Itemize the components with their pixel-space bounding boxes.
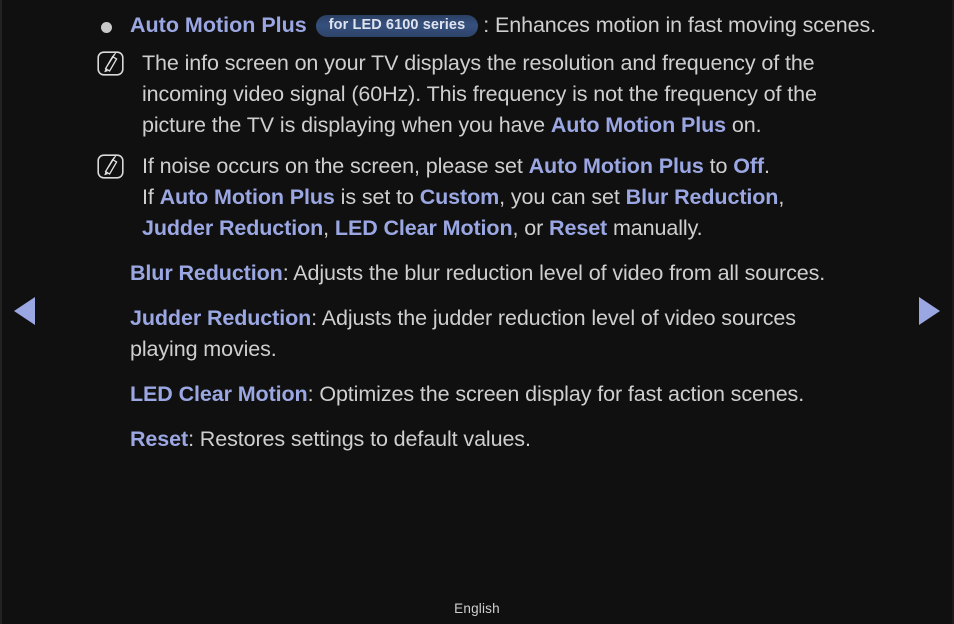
note-2-line-2-d: , [778,185,785,209]
definition-text-led-clear-motion: : Optimizes the screen display for fast … [307,382,805,406]
definition-led-clear-motion: LED Clear Motion: Optimizes the screen d… [92,379,914,410]
note-2-line-3-c: manually. [607,216,703,240]
note-icon [97,51,124,76]
note-2-line-2-a: If [142,185,160,209]
note-1-line-2: incoming video signal (60Hz). This frequ… [142,82,817,106]
note-2-term-judder-reduction: Judder Reduction [142,216,324,240]
note-1-line-3-b: on. [725,113,762,137]
definition-blur-reduction: Blur Reduction: Adjusts the blur reducti… [92,258,914,289]
topic-description: : Enhances motion in fast moving scenes. [483,13,877,37]
definition-term-blur-reduction: Blur Reduction [130,261,283,285]
note-2-term-blur-reduction: Blur Reduction [625,185,779,209]
note-2-term-reset: Reset [549,216,608,240]
note-1-text: The info screen on your TV displays the … [142,48,914,141]
definition-text-blur-reduction: : Adjusts the blur reduction level of vi… [282,261,826,285]
content-area: Auto Motion Plus for LED 6100 series: Enh… [92,10,914,455]
note-2-line-1: If noise occurs on the screen, please se… [142,151,914,182]
definition-text-judder-reduction: : Adjusts the judder reduction level of … [311,306,796,330]
note-2-line-3-a: , [323,216,335,240]
note-2-line-3: Judder Reduction, LED Clear Motion, or R… [142,213,914,244]
note-1-term-auto-motion-plus: Auto Motion Plus [550,113,726,137]
definition-reset: Reset: Restores settings to default valu… [92,424,914,455]
definition-blur-reduction-line: Blur Reduction: Adjusts the blur reducti… [130,258,914,289]
note-2-term-custom: Custom [419,185,500,209]
definition-judder-reduction-line-1: Judder Reduction: Adjusts the judder red… [130,303,914,334]
definition-term-led-clear-motion: LED Clear Motion [130,382,308,406]
emanual-page: Auto Motion Plus for LED 6100 series: Enh… [0,0,954,624]
note-2-line-2-b: is set to [334,185,420,209]
note-1-line-1: The info screen on your TV displays the … [142,51,815,75]
definition-led-clear-motion-line: LED Clear Motion: Optimizes the screen d… [130,379,914,410]
topic-heading: Auto Motion Plus for LED 6100 series: Enh… [92,10,914,41]
language-label: English [454,601,500,616]
next-page-arrow-icon[interactable] [919,297,940,325]
note-1-line-3-a: picture the TV is displaying when you ha… [142,113,551,137]
note-2-term-auto-motion-plus-2: Auto Motion Plus [159,185,335,209]
note-2-line-1-c: . [764,154,770,178]
previous-page-arrow-icon[interactable] [14,297,35,325]
note-icon [97,154,124,179]
definition-judder-reduction: Judder Reduction: Adjusts the judder red… [92,303,914,365]
note-2-term-off: Off [733,154,764,178]
bullet-dot-icon [101,22,112,33]
note-2-line-1-a: If noise occurs on the screen, please se… [142,154,529,178]
note-2-line-3-b: , or [512,216,550,240]
note-2-line-1-b: to [703,154,734,178]
note-2-term-auto-motion-plus: Auto Motion Plus [528,154,704,178]
note-2-line-2: If Auto Motion Plus is set to Custom, yo… [142,182,914,213]
note-block-2: If noise occurs on the screen, please se… [92,151,914,244]
definition-text-reset: : Restores settings to default values. [188,427,531,451]
note-block-1: The info screen on your TV displays the … [92,48,914,141]
note-1-line-3: picture the TV is displaying when you ha… [142,110,914,141]
note-2-text: If noise occurs on the screen, please se… [142,151,914,244]
topic-heading-line: Auto Motion Plus for LED 6100 series: Enh… [130,10,914,41]
model-badge: for LED 6100 series [315,15,479,37]
definition-term-judder-reduction: Judder Reduction [130,306,312,330]
note-2-line-2-c: , you can set [499,185,626,209]
definition-term-reset: Reset [130,427,189,451]
note-2-term-led-clear-motion: LED Clear Motion [334,216,513,240]
topic-term-auto-motion-plus: Auto Motion Plus [130,13,307,37]
definition-reset-line: Reset: Restores settings to default valu… [130,424,914,455]
definition-judder-reduction-line-2: playing movies. [130,337,277,361]
